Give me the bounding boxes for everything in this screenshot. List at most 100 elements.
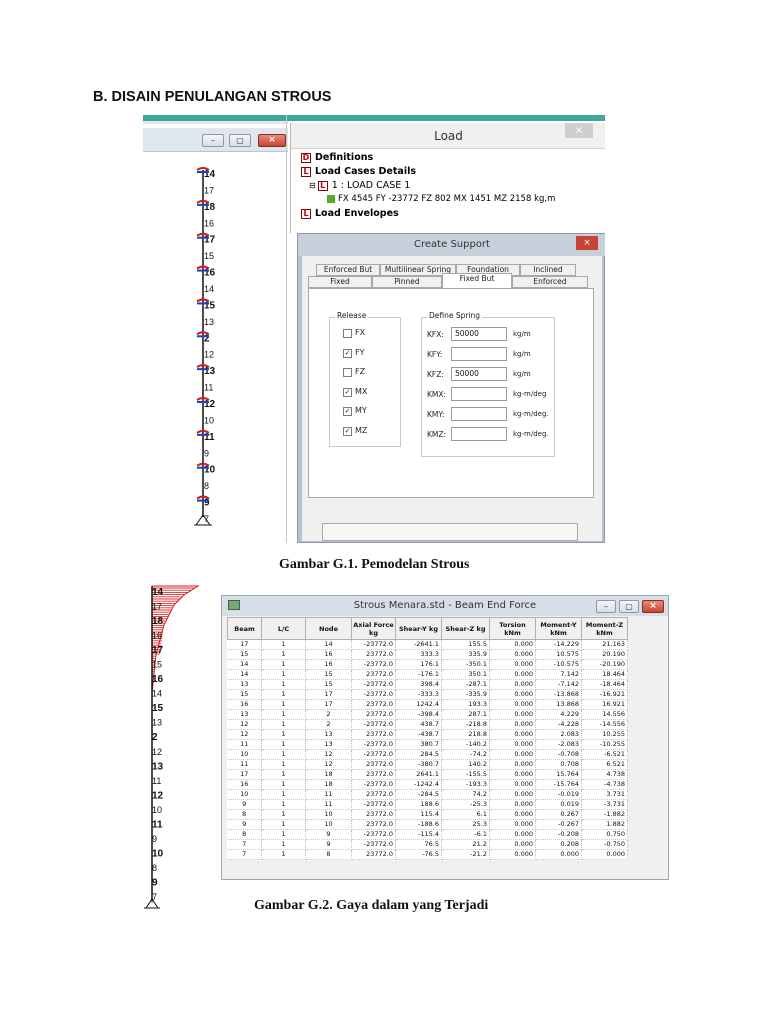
spring-input-kfy[interactable] [451, 347, 507, 361]
section-heading: B. DISAIN PENULANGAN STROUS [93, 89, 332, 105]
tab-enforced[interactable]: Enforced [512, 276, 588, 288]
release-checkbox-mz[interactable]: ✓ [343, 426, 352, 436]
table-cell: 23772.0 [351, 709, 396, 720]
dialog-close-button[interactable]: × [576, 236, 598, 250]
table-cell: -438.7 [395, 729, 442, 740]
table-cell: 6.1 [441, 809, 490, 820]
release-checkbox-fz[interactable] [343, 368, 352, 377]
table-cell: 176.1 [395, 659, 442, 670]
tree-item-load-case-1[interactable]: ⊟ L 1 : LOAD CASE 1 [309, 180, 410, 191]
table-row[interactable]: 12 1 2 -23772.0 438.7 -218.8 0.000 -4.228 -14.55… [227, 719, 628, 730]
table-row[interactable]: 11 1 12 23772.0 -380.7 140.2 0.000 0.708 6.521 [227, 759, 628, 770]
column-header[interactable]: Torsion kNm [489, 617, 536, 640]
tree-item-definitions[interactable]: D Definitions [301, 152, 373, 163]
table-row[interactable]: 13 1 2 23772.0 -398.4 287.1 0.000 4.229 14.556 [227, 709, 628, 720]
tab-pinned[interactable]: Pinned [372, 276, 442, 288]
table-row[interactable]: 8 1 9 -23772.0 -115.4 -6.1 0.000 -0.208 0.750 [227, 829, 628, 840]
column-header[interactable]: L/C [261, 617, 306, 640]
maximize-button[interactable]: ▢ [619, 600, 639, 613]
column-header[interactable]: Beam [227, 617, 262, 640]
node-label: 17 [204, 185, 214, 195]
table-row[interactable]: 11 1 13 -23772.0 380.7 -140.2 0.000 -2.083 -10.2… [227, 739, 628, 750]
release-checkbox-fy[interactable]: ✓ [343, 348, 352, 358]
close-button[interactable]: × [258, 134, 286, 147]
spring-input-kmy[interactable] [451, 407, 507, 421]
table-cell: -333.3 [395, 689, 442, 700]
close-button[interactable]: × [642, 600, 664, 613]
table-cell: 16 [227, 779, 262, 790]
table-cell: 1 [261, 829, 306, 840]
table-cell: -18.464 [581, 679, 628, 690]
minimize-button[interactable]: – [596, 600, 616, 613]
maximize-button[interactable]: ▢ [229, 134, 251, 147]
load-marker [196, 167, 210, 171]
tree-item-load-values[interactable]: FX 4545 FY -23772 FZ 802 MX 1451 MZ 2158… [327, 194, 555, 204]
table-row[interactable]: 8 1 10 23772.0 115.4 6.1 0.000 0.267 -1.882 [227, 809, 628, 820]
table-row[interactable]: 13 1 15 -23772.0 398.4 -287.1 0.000 -7.142 -18.4… [227, 679, 628, 690]
table-cell: 17 [305, 699, 352, 710]
table-row[interactable]: 12 1 13 23772.0 -438.7 218.8 0.000 2.083 10.255 [227, 729, 628, 740]
table-row[interactable]: 15 1 16 23772.0 333.3 335.9 0.000 10.575 20.190 [227, 649, 628, 660]
table-row[interactable]: 9 1 10 23772.0 -188.6 25.3 0.000 -0.267 1.882 [227, 819, 628, 830]
node-label: 13 [204, 366, 216, 377]
release-checkbox-fx[interactable] [343, 329, 352, 338]
column-header[interactable]: Node [305, 617, 352, 640]
dialog-title: Create Support [298, 234, 605, 256]
table-row[interactable]: 16 1 18 -23772.0 -1242.4 -193.3 0.000 -15.764 -4… [227, 779, 628, 790]
node-label: 2 [152, 732, 158, 743]
tab-inclined[interactable]: Inclined [520, 264, 576, 276]
table-row[interactable]: 14 1 15 23772.0 -176.1 350.1 0.000 7.142 18.464 [227, 669, 628, 680]
table-cell: 4.738 [581, 769, 628, 780]
table-cell: 1 [261, 789, 306, 800]
load-panel-close-button[interactable]: × [565, 123, 593, 138]
table-row[interactable]: 16 1 17 23772.0 1242.4 193.3 0.000 13.868 16.921 [227, 699, 628, 710]
table-cell: 76.5 [395, 839, 442, 850]
column-header[interactable]: Shear-Y kg [395, 617, 442, 640]
table-cell: 0.000 [489, 649, 536, 660]
spring-input-kmz[interactable] [451, 427, 507, 441]
spring-input-kfx[interactable]: 50000 [451, 327, 507, 341]
minimize-button[interactable]: – [202, 134, 224, 147]
table-cell: 9 [227, 799, 262, 810]
column-header[interactable]: Axial Force kg [351, 617, 396, 640]
table-row[interactable]: 7 1 9 -23772.0 76.5 21.2 0.000 0.208 -0.750 [227, 839, 628, 850]
table-row[interactable]: 17 1 18 23772.0 2641.1 -155.5 0.000 15.764 4.738 [227, 769, 628, 780]
column-header[interactable]: Moment-Z kNm [581, 617, 628, 640]
table-cell: 13.868 [535, 699, 582, 710]
expand-icon[interactable]: ⊟ [309, 181, 316, 190]
tab-fixed[interactable]: Fixed [308, 276, 372, 288]
spring-input-kfz[interactable]: 50000 [451, 367, 507, 381]
table-row[interactable]: 7 1 8 23772.0 -76.5 -21.2 0.000 0.000 0.000 [227, 849, 628, 860]
release-checkbox-my[interactable]: ✓ [343, 407, 352, 416]
table-row[interactable]: 17 1 14 -23772.0 -2641.1 155.5 0.000 -14.229 21.… [227, 639, 628, 650]
pane-divider [286, 115, 287, 543]
tree-item-load-cases[interactable]: L Load Cases Details [301, 166, 416, 177]
table-row[interactable]: 14 1 16 -23772.0 176.1 -350.1 0.000 -10.575 -20.… [227, 659, 628, 670]
column-header[interactable]: Shear-Z kg [441, 617, 490, 640]
tab-fixed-but[interactable]: Fixed But [442, 273, 512, 289]
spring-input-kmx[interactable] [451, 387, 507, 401]
release-checkbox-mx[interactable]: ✓ [343, 387, 352, 397]
create-support-dialog: Create Support × Enforced But Multilinea… [297, 233, 605, 543]
table-cell: -10.575 [535, 659, 582, 670]
table-cell: -155.5 [441, 769, 490, 780]
table-cell: 1 [261, 839, 306, 850]
tree-label: FX 4545 FY -23772 FZ 802 MX 1451 MZ 2158… [338, 194, 556, 204]
table-row[interactable]: 10 1 11 23772.0 -284.5 74.2 0.000 -0.019 3.731 [227, 789, 628, 800]
load-icon: L [301, 208, 311, 219]
table-row[interactable]: 10 1 12 -23772.0 284.5 -74.2 0.000 -0.708 -6.521 [227, 749, 628, 760]
table-cell: 17 [227, 639, 262, 650]
node-label: 9 [152, 834, 157, 844]
table-row[interactable]: 9 1 11 -23772.0 188.6 -25.3 0.000 0.019 -3.731 [227, 799, 628, 810]
tab-enforced-but[interactable]: Enforced But [316, 264, 380, 276]
column-header[interactable]: Moment-Y kNm [535, 617, 582, 640]
table-cell: 1 [261, 689, 306, 700]
table-cell: 1 [261, 809, 306, 820]
table-cell: -398.4 [395, 709, 442, 720]
table-cell: 1 [261, 719, 306, 730]
table-cell: 10 [305, 809, 352, 820]
node-label: 9 [152, 877, 158, 888]
tree-item-load-envelopes[interactable]: L Load Envelopes [301, 208, 399, 219]
table-row[interactable]: 15 1 17 -23772.0 -333.3 -335.9 0.000 -13.868 -16… [227, 689, 628, 700]
node-label: 17 [204, 235, 216, 246]
